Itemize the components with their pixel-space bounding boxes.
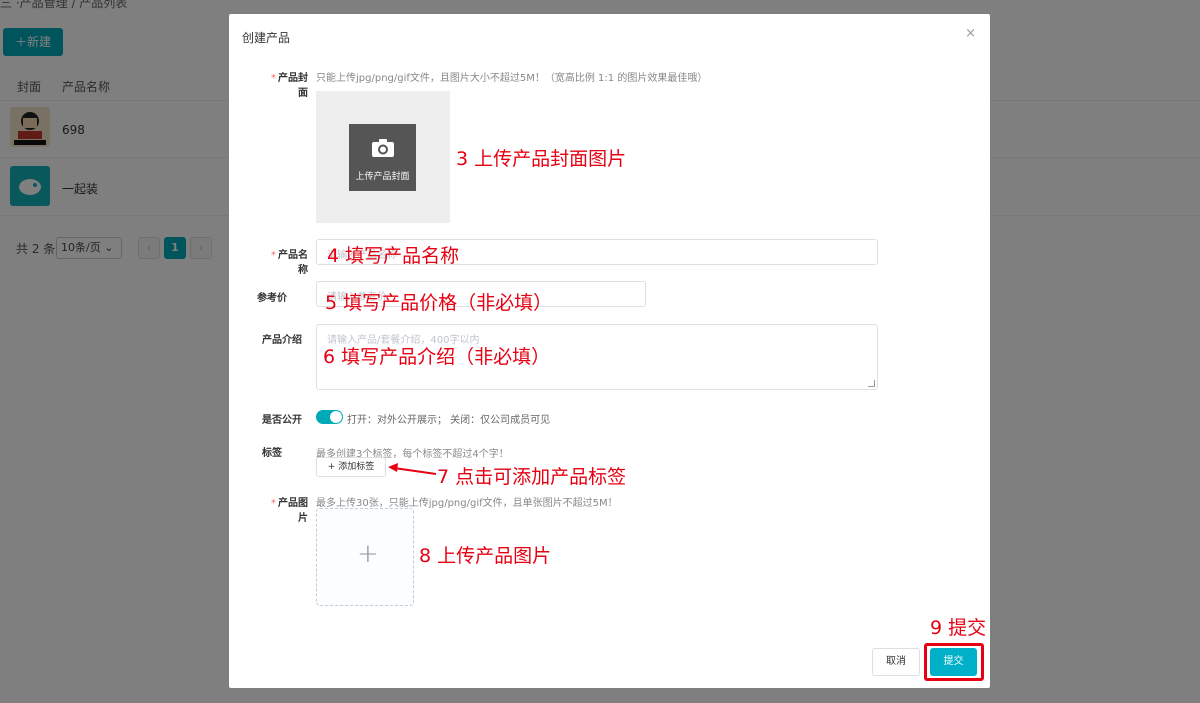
cover-upload-text: 上传产品封面 [355,172,410,182]
plus-icon: + [357,539,379,569]
price-label: 参考价 [257,293,287,304]
annotation-4: 4 填写产品名称 [327,245,460,267]
annotation-6: 6 填写产品介绍（非必填） [323,346,551,368]
required-mark: * [271,498,276,509]
images-label: * 产品图片 [262,494,308,524]
required-mark: * [271,73,276,84]
annotation-9: 9 提交 [930,617,987,639]
cover-label: * 产品封面 [262,69,308,99]
add-tag-button[interactable]: + 添加标签 [316,457,386,477]
public-toggle[interactable] [316,410,343,424]
annotation-3: 3 上传产品封面图片 [456,148,627,170]
public-label: 是否公开 [262,415,302,426]
submit-highlight-box [924,643,984,681]
annotation-5: 5 填写产品价格（非必填） [325,292,553,314]
image-upload-area[interactable]: + [316,508,414,606]
images-label-text: 产品图片 [278,498,308,524]
public-hint: 打开：对外公开展示； 关闭：仅公司成员可见 [347,415,551,426]
cover-hint: 只能上传jpg/png/gif文件，且图片大小不超过5M！（宽高比例 1:1 的… [316,73,708,84]
resize-handle[interactable] [868,380,875,387]
camera-icon [349,138,416,160]
images-hint: 最多上传30张，只能上传jpg/png/gif文件，且单张图片不超过5M！ [316,498,618,509]
cover-upload-area[interactable]: 上传产品封面 [316,91,450,223]
toggle-knob [330,411,342,423]
cover-upload-button[interactable]: 上传产品封面 [349,124,416,191]
cancel-button[interactable]: 取消 [872,648,920,676]
modal-title: 创建产品 [242,31,291,45]
required-mark: * [271,250,276,261]
annotation-7: 7 点击可添加产品标签 [437,466,627,488]
cover-label-text: 产品封面 [278,73,308,99]
tags-label: 标签 [262,448,282,459]
arrow-icon [388,463,437,475]
name-label-text: 产品名称 [278,250,308,276]
annotation-8: 8 上传产品图片 [419,545,552,567]
close-icon[interactable]: × [965,26,976,41]
intro-label: 产品介绍 [262,335,302,346]
name-label: * 产品名称 [262,246,308,276]
